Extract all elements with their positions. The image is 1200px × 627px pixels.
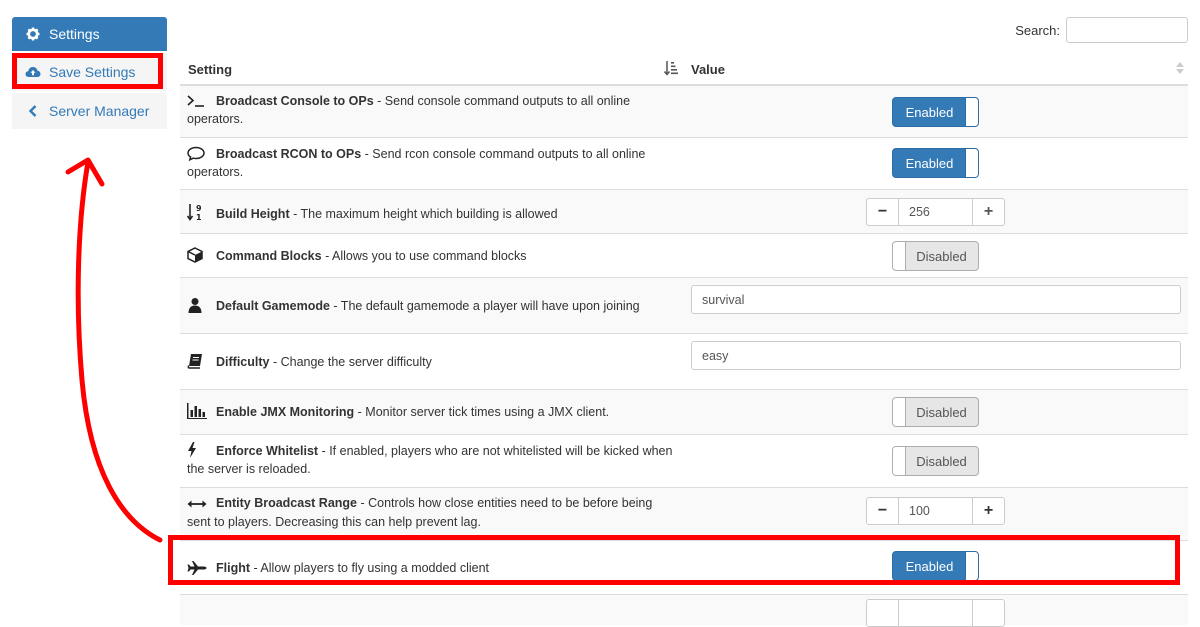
setting-description: Enable JMX Monitoring - Monitor server t… bbox=[187, 403, 677, 421]
toggle-switch[interactable]: Disabled bbox=[892, 446, 979, 476]
decrement-button[interactable]: − bbox=[867, 498, 898, 524]
setting-description: Command Blocks - Allows you to use comma… bbox=[187, 247, 677, 265]
sidebar-item-label: Save Settings bbox=[49, 64, 136, 80]
settings-table: Setting Value Broadcast Console to OPs -… bbox=[180, 50, 1188, 627]
decrement-button[interactable] bbox=[867, 600, 898, 626]
setting-name: Default Gamemode bbox=[216, 299, 330, 313]
setting-desc: - Monitor server tick times using a JMX … bbox=[354, 405, 610, 419]
increment-button[interactable] bbox=[973, 600, 1004, 626]
gear-icon bbox=[25, 26, 41, 42]
sidebar-item-label: Settings bbox=[49, 26, 100, 42]
setting-name: Command Blocks bbox=[216, 249, 322, 263]
table-row: Broadcast Console to OPs - Send console … bbox=[180, 86, 1188, 138]
table-row: Enforce Whitelist - If enabled, players … bbox=[180, 435, 1188, 488]
number-input[interactable]: 100 bbox=[898, 498, 973, 524]
toggle-switch[interactable]: Disabled bbox=[892, 241, 979, 271]
setting-description: Broadcast RCON to OPs - Send rcon consol… bbox=[187, 145, 677, 181]
toggle-label: Disabled bbox=[916, 404, 967, 420]
bar-chart-icon bbox=[187, 403, 207, 420]
number-input[interactable] bbox=[898, 600, 973, 626]
table-row: Difficulty - Change the server difficult… bbox=[180, 334, 1188, 390]
sort-icon[interactable] bbox=[1176, 62, 1184, 77]
bolt-icon bbox=[187, 442, 201, 458]
book-icon bbox=[187, 353, 207, 369]
setting-desc: - Allow players to fly using a modded cl… bbox=[250, 561, 490, 575]
setting-name: Entity Broadcast Range bbox=[216, 496, 358, 510]
text-input-difficulty[interactable]: easy bbox=[691, 341, 1181, 370]
toggle-label: Disabled bbox=[916, 453, 967, 469]
table-row: 9 1 Build Height - The maximum height whic… bbox=[180, 190, 1188, 234]
setting-name: Broadcast Console to OPs bbox=[216, 94, 374, 108]
toggle-switch[interactable]: Enabled bbox=[892, 551, 979, 581]
toggle-label: Enabled bbox=[905, 155, 954, 171]
number-stepper bbox=[866, 599, 1005, 627]
toggle-label: Enabled bbox=[905, 558, 954, 574]
setting-name: Difficulty bbox=[216, 355, 270, 369]
table-row: Flight - Allow players to fly using a mo… bbox=[180, 541, 1188, 595]
setting-name: Flight bbox=[216, 561, 251, 575]
sort-alpha-icon[interactable] bbox=[663, 60, 678, 79]
setting-description: Entity Broadcast Range - Controls how cl… bbox=[187, 494, 677, 531]
number-stepper: − 100 + bbox=[866, 497, 1005, 525]
setting-name: Broadcast RCON to OPs bbox=[216, 147, 362, 161]
toggle-switch[interactable]: Disabled bbox=[892, 397, 979, 427]
search-input[interactable] bbox=[1066, 17, 1188, 43]
sidebar-item-label: Server Manager bbox=[49, 103, 150, 119]
table-row: Broadcast RCON to OPs - Send rcon consol… bbox=[180, 138, 1188, 190]
comment-icon bbox=[187, 146, 207, 162]
setting-desc: - The default gamemode a player will hav… bbox=[329, 299, 640, 313]
toggle-switch[interactable]: Enabled bbox=[892, 97, 979, 127]
table-row: Enable JMX Monitoring - Monitor server t… bbox=[180, 390, 1188, 435]
setting-description: Enforce Whitelist - If enabled, players … bbox=[187, 442, 677, 478]
user-icon bbox=[187, 297, 207, 313]
toggle-label: Enabled bbox=[905, 104, 954, 120]
search-label: Search: bbox=[1015, 22, 1060, 38]
setting-description: 9 1 Build Height - The maximum height whic… bbox=[186, 203, 677, 223]
svg-text:9: 9 bbox=[196, 204, 202, 213]
setting-description: Difficulty - Change the server difficult… bbox=[187, 353, 677, 371]
setting-name: Build Height bbox=[216, 207, 290, 221]
cloud-upload-icon bbox=[25, 64, 41, 80]
toggle-switch[interactable]: Enabled bbox=[892, 148, 979, 178]
arrows-horizontal-icon bbox=[187, 497, 207, 513]
number-stepper: − 256 + bbox=[866, 198, 1005, 226]
number-input[interactable]: 256 bbox=[898, 199, 973, 225]
setting-description: Flight - Allow players to fly using a mo… bbox=[187, 559, 677, 577]
sidebar: Settings Save Settings Server Manager bbox=[12, 17, 167, 131]
increment-button[interactable]: + bbox=[973, 498, 1004, 524]
cube-icon bbox=[187, 247, 207, 263]
chevron-left-icon bbox=[25, 103, 41, 119]
text-input-gamemode[interactable]: survival bbox=[691, 285, 1181, 314]
table-row: Default Gamemode - The default gamemode … bbox=[180, 278, 1188, 334]
setting-desc: - Change the server difficulty bbox=[269, 355, 432, 369]
table-row: Command Blocks - Allows you to use comma… bbox=[180, 234, 1188, 278]
setting-name: Enable JMX Monitoring bbox=[216, 405, 355, 419]
setting-desc: - Allows you to use command blocks bbox=[321, 249, 527, 263]
search-bar: Search: bbox=[1015, 17, 1188, 43]
sidebar-item-save-settings[interactable]: Save Settings bbox=[12, 53, 167, 91]
setting-desc: - The maximum height which building is a… bbox=[289, 207, 558, 221]
decrement-button[interactable]: − bbox=[867, 199, 898, 225]
terminal-icon bbox=[187, 94, 207, 110]
plane-icon bbox=[187, 561, 207, 577]
sort-numeric-icon: 91 bbox=[186, 203, 207, 222]
toggle-label: Disabled bbox=[916, 248, 967, 264]
setting-description: Default Gamemode - The default gamemode … bbox=[187, 297, 677, 315]
svg-text:1: 1 bbox=[196, 213, 202, 221]
increment-button[interactable]: + bbox=[973, 199, 1004, 225]
column-header-setting[interactable]: Setting bbox=[188, 62, 232, 77]
setting-name: Enforce Whitelist bbox=[216, 444, 319, 458]
column-header-value[interactable]: Value bbox=[691, 62, 725, 77]
sidebar-item-settings[interactable]: Settings bbox=[12, 17, 167, 51]
sidebar-item-server-manager[interactable]: Server Manager bbox=[12, 93, 167, 129]
table-header: Setting Value bbox=[180, 50, 1188, 86]
setting-description: Broadcast Console to OPs - Send console … bbox=[187, 92, 677, 128]
table-row: Entity Broadcast Range - Controls how cl… bbox=[180, 488, 1188, 541]
